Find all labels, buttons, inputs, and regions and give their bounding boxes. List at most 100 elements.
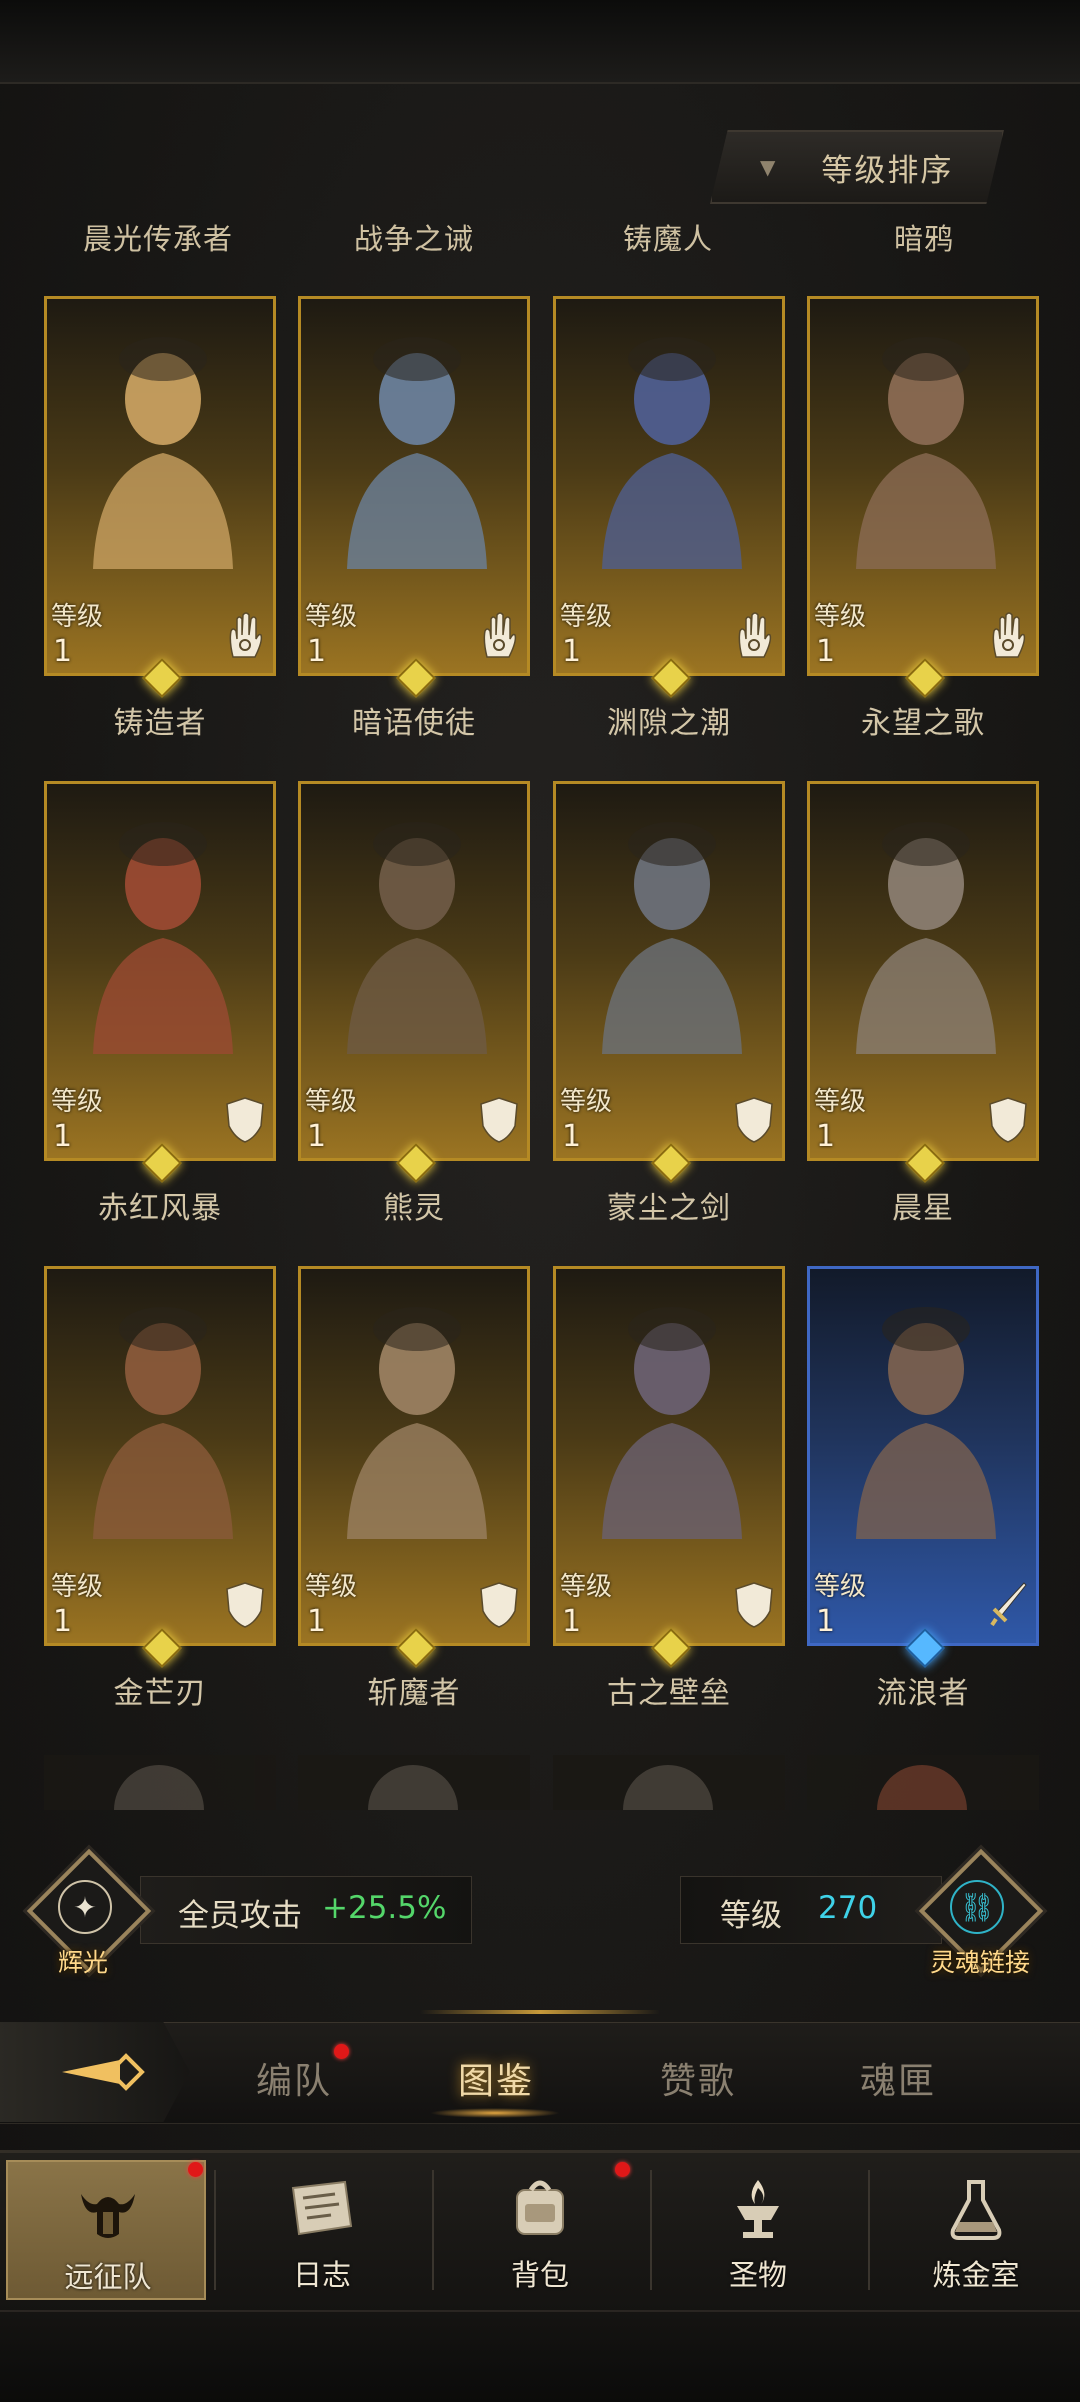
hero-card[interactable]: 等级 1: [553, 296, 785, 676]
hero-name: 赤红风暴: [98, 1191, 222, 1226]
horned-helmet-icon: [81, 2194, 135, 2238]
expedition-notification-dot: [188, 2162, 203, 2177]
hero-portrait: [347, 337, 487, 569]
hand-icon: [479, 611, 519, 659]
hero-card[interactable]: 等级 1: [298, 781, 530, 1161]
hero-name: 金芒刃: [113, 1676, 207, 1711]
hero-portrait: [602, 1307, 742, 1539]
hero-name: 熊灵: [383, 1191, 445, 1226]
attack-bonus-label: 全员攻击: [178, 1898, 302, 1934]
hero-name: 古之壁垒: [607, 1676, 731, 1711]
nav-label: 炼金室: [932, 2258, 1020, 2292]
nav-journal[interactable]: 日志: [222, 2160, 422, 2300]
level-value: 1: [53, 634, 73, 669]
hero-portrait: [602, 337, 742, 569]
level-label: 等级: [814, 1087, 867, 1117]
level-label: 等级: [560, 1572, 613, 1602]
level-label: 等级: [814, 1572, 867, 1602]
chain-link-icon: ⛓: [950, 1880, 1004, 1934]
attack-bonus-value: +25.5%: [322, 1890, 447, 1926]
level-label: 等级: [51, 602, 104, 632]
hero-portrait: [347, 822, 487, 1054]
hero-portrait: [602, 822, 742, 1054]
hero-name: 铸造者: [113, 706, 207, 741]
hero-card[interactable]: 等级 1: [44, 781, 276, 1161]
hero-card[interactable]: 等级 1: [298, 1266, 530, 1646]
level-label: 等级: [51, 1087, 104, 1117]
hero-name: 铸魔人: [622, 222, 713, 256]
radiance-label: 辉光: [58, 1948, 109, 1977]
hero-portrait: [93, 822, 233, 1054]
hero-card[interactable]: 等级 1: [44, 296, 276, 676]
hand-icon: [225, 611, 265, 659]
shield-icon: [734, 1096, 774, 1144]
tab-hymns[interactable]: 赞歌: [628, 2052, 768, 2104]
hero-name: 斩魔者: [367, 1676, 461, 1711]
hand-icon: [734, 611, 774, 659]
brazier-icon: [737, 2180, 779, 2238]
level-value: 1: [816, 1119, 836, 1154]
level-value: 1: [307, 1604, 327, 1639]
hero-portrait: [856, 1307, 996, 1539]
level-value: 1: [53, 1119, 73, 1154]
sort-by-level-button[interactable]: ▼ 等级排序: [710, 130, 1004, 204]
hero-card[interactable]: 等级 1: [553, 1266, 785, 1646]
hero-card[interactable]: 等级 1: [807, 1266, 1039, 1646]
level-value: 1: [816, 1604, 836, 1639]
level-label: 等级: [560, 1087, 613, 1117]
bottom-frame: [0, 2310, 1080, 2402]
nav-label: 日志: [292, 2258, 351, 2292]
hero-name: 暗鸦: [893, 222, 954, 256]
alchemy-flask-icon: [950, 2180, 1002, 2240]
tab-codex[interactable]: 图鉴: [426, 2052, 566, 2104]
level-value: 1: [53, 1604, 73, 1639]
tab-formation[interactable]: 编队: [224, 2052, 364, 2104]
nav-relics[interactable]: 圣物: [658, 2160, 858, 2300]
hero-name: 流浪者: [876, 1676, 970, 1711]
level-value: 1: [562, 1604, 582, 1639]
nav-alchemy[interactable]: 炼金室: [876, 2160, 1076, 2300]
hero-card-partial[interactable]: [807, 1755, 1039, 1810]
nav-label: 远征队: [64, 2260, 152, 2294]
hero-name: 战争之诫: [353, 222, 474, 256]
nav-backpack[interactable]: 背包: [440, 2160, 640, 2300]
hero-card-partial[interactable]: [298, 1755, 530, 1810]
soul-link-label: 灵魂链接: [930, 1948, 1031, 1977]
back-button[interactable]: [0, 2022, 190, 2122]
total-level-label: 等级: [720, 1898, 782, 1934]
backpack-icon: [516, 2180, 564, 2235]
active-tab-glow: [430, 2108, 560, 2118]
hero-card[interactable]: 等级 1: [553, 781, 785, 1161]
hero-card-partial[interactable]: [553, 1755, 785, 1810]
level-value: 1: [562, 634, 582, 669]
shield-icon: [988, 1096, 1028, 1144]
hero-name: 晨星: [892, 1191, 954, 1226]
section-divider: [420, 2010, 660, 2014]
hero-card[interactable]: 等级 1: [298, 296, 530, 676]
shield-icon: [225, 1581, 265, 1629]
nav-label: 圣物: [728, 2258, 787, 2292]
level-label: 等级: [305, 1572, 358, 1602]
scroll-map-icon: [291, 2180, 353, 2236]
triangle-down-icon: ▼: [760, 155, 776, 179]
shield-icon: [734, 1581, 774, 1629]
level-label: 等级: [305, 602, 358, 632]
shield-icon: [225, 1096, 265, 1144]
hero-card-partial[interactable]: [44, 1755, 276, 1810]
hero-portrait: [347, 1307, 487, 1539]
hero-card[interactable]: 等级 1: [807, 781, 1039, 1161]
backpack-notification-dot: [615, 2162, 630, 2177]
compass-icon: ✦: [58, 1880, 112, 1934]
hero-card[interactable]: 等级 1: [807, 296, 1039, 676]
hero-card[interactable]: 等级 1: [44, 1266, 276, 1646]
tab-soul-box[interactable]: 魂匣: [828, 2052, 968, 2104]
hero-portrait: [856, 822, 996, 1054]
level-label: 等级: [51, 1572, 104, 1602]
level-value: 1: [816, 634, 836, 669]
nav-expedition[interactable]: 远征队: [6, 2160, 206, 2300]
level-value: 1: [307, 634, 327, 669]
nav-label: 背包: [510, 2258, 569, 2292]
shield-icon: [479, 1581, 519, 1629]
total-level-value: 270: [818, 1890, 878, 1926]
formation-notification-dot: [334, 2044, 349, 2059]
